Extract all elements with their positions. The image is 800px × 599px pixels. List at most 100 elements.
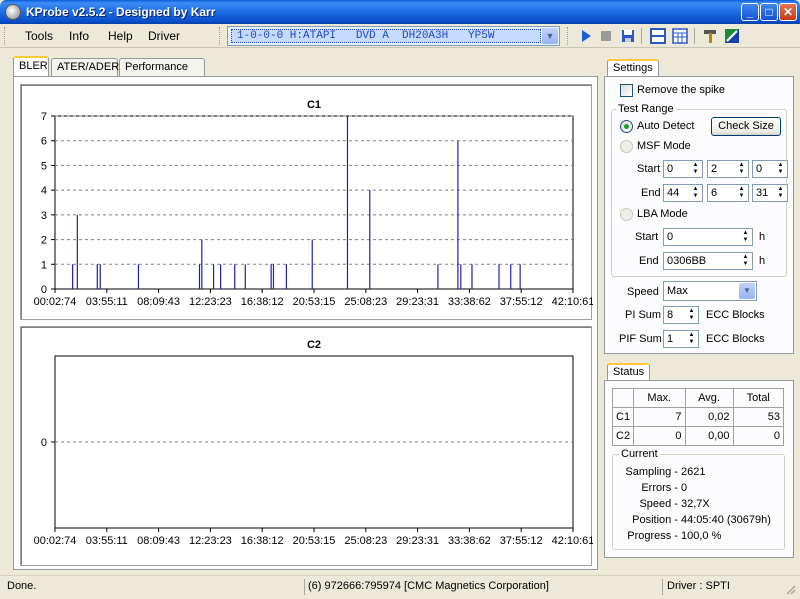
- menu-driver[interactable]: Driver: [148, 29, 180, 43]
- remove-spike-checkbox[interactable]: [620, 84, 633, 97]
- stats-header-row: Max. Avg. Total: [611, 388, 785, 408]
- stop-icon[interactable]: [598, 28, 614, 44]
- msf-start-frame-value: 0: [756, 163, 763, 175]
- x-tick-label: 12:23:23: [189, 535, 232, 547]
- play-icon[interactable]: [578, 28, 594, 44]
- pi-sum-field[interactable]: 8 ▲ ▼: [663, 306, 699, 324]
- msf-mode-label: MSF Mode: [637, 140, 691, 152]
- msf-end-frame[interactable]: 31 ▲ ▼: [752, 184, 788, 202]
- stats-table: Max. Avg. Total C1 7 0,02 53 C2 0 0,00 0: [611, 388, 785, 446]
- tab-settings[interactable]: Settings: [607, 59, 659, 77]
- drive-select[interactable]: 1-0-0-0 H:ATAPI DVD A DH20A3H YP5W ▼: [227, 26, 560, 46]
- window-title: KProbe v2.5.2 - Designed by Karr: [26, 5, 216, 19]
- x-tick-label: 00:02:74: [34, 535, 77, 547]
- row-max: 7: [633, 407, 686, 427]
- lba-end-unit: h: [759, 255, 766, 267]
- msf-end-min-value: 44: [667, 187, 680, 199]
- c1-chart: C1 0 1 2 3 4 5 6 7 00:02:74 03:55:11 08:09:43 12:23:…: [20, 84, 593, 320]
- speed-select[interactable]: Max ▼: [663, 281, 757, 301]
- c2-chart: C2 0 00:02:74 03:55:11 08:09:43 12:23:23 16:38…: [20, 326, 593, 566]
- msf-end-sec[interactable]: 6 ▲ ▼: [707, 184, 749, 202]
- speed-current-label: Speed -: [639, 498, 678, 510]
- x-tick-label: 29:23:31: [396, 535, 439, 547]
- spin-arrows-icon[interactable]: ▲ ▼: [686, 332, 697, 346]
- check-size-button[interactable]: Check Size: [711, 117, 781, 136]
- tab-bler[interactable]: BLER: [13, 56, 49, 77]
- position-label: Position -: [632, 514, 678, 526]
- status-separator: [662, 579, 663, 595]
- stats-header-total: Total: [732, 388, 785, 408]
- row-name: C2: [611, 426, 635, 446]
- status-bar: Done. (6) 972666:795974 [CMC Magnetics C…: [0, 575, 800, 599]
- tab-performance[interactable]: Performance: [119, 58, 205, 76]
- spin-arrows-icon[interactable]: ▲ ▼: [736, 186, 747, 200]
- spin-arrows-icon[interactable]: ▲ ▼: [775, 186, 786, 200]
- status-media: (6) 972666:795974 [CMC Magnetics Corpora…: [308, 580, 549, 592]
- close-button[interactable]: ✕: [779, 3, 797, 21]
- layout-icon[interactable]: [650, 28, 666, 44]
- x-tick-label: 08:09:43: [137, 296, 180, 308]
- chart-title: C1: [307, 99, 321, 111]
- tools-icon[interactable]: [702, 28, 718, 44]
- x-tick-label: 33:38:62: [448, 535, 491, 547]
- msf-mode-radio[interactable]: [620, 140, 633, 153]
- resize-grip-icon[interactable]: [784, 583, 796, 595]
- stats-header-avg: Avg.: [684, 388, 734, 408]
- msf-start-sec[interactable]: 2 ▲ ▼: [707, 160, 749, 178]
- grid-icon[interactable]: [672, 28, 688, 44]
- c1-chart-svg: C1 0 1 2 3 4 5 6 7 00:02:74 03:55:11 08:09:43 12:23:…: [34, 99, 593, 308]
- row-avg: 0,02: [684, 407, 734, 427]
- x-tick-label: 03:55:11: [86, 296, 128, 308]
- lba-start-value: 0: [667, 231, 674, 243]
- x-tick-label: 37:55:12: [500, 296, 543, 308]
- table-row: C2 0 0,00 0: [611, 426, 785, 446]
- tab-status[interactable]: Status: [607, 363, 651, 381]
- lba-mode-radio[interactable]: [620, 208, 633, 221]
- x-tick-label: 03:55:11: [86, 535, 128, 547]
- msf-end-min[interactable]: 44 ▲ ▼: [663, 184, 703, 202]
- spin-arrows-icon[interactable]: ▲ ▼: [690, 162, 701, 176]
- msf-start-min[interactable]: 0 ▲ ▼: [663, 160, 703, 178]
- plot-area: [54, 115, 574, 290]
- x-tick-label: 00:02:74: [34, 296, 77, 308]
- maximize-button[interactable]: □: [760, 3, 778, 21]
- minimize-button[interactable]: _: [741, 3, 759, 21]
- chevron-down-icon[interactable]: ▼: [542, 28, 558, 44]
- lba-end-field[interactable]: 0306BB ▲ ▼: [663, 252, 753, 270]
- lba-start-field[interactable]: 0 ▲ ▼: [663, 228, 753, 246]
- menu-tools[interactable]: Tools: [25, 29, 53, 43]
- spin-arrows-icon[interactable]: ▲ ▼: [686, 308, 697, 322]
- spin-arrows-icon[interactable]: ▲ ▼: [690, 186, 701, 200]
- speed-label: Speed: [627, 286, 659, 298]
- spin-arrows-icon[interactable]: ▲ ▼: [740, 254, 751, 268]
- speed-select-value: Max: [667, 285, 688, 297]
- y-tick-label: 0: [41, 284, 47, 296]
- status-driver: Driver : SPTI: [667, 580, 730, 592]
- msf-start-frame[interactable]: 0 ▲ ▼: [752, 160, 788, 178]
- auto-detect-radio[interactable]: [620, 120, 633, 133]
- spin-arrows-icon[interactable]: ▲ ▼: [736, 162, 747, 176]
- y-tick-label: 7: [41, 111, 47, 123]
- row-avg: 0,00: [684, 426, 734, 446]
- media-icon[interactable]: [724, 28, 740, 44]
- y-tick-label: 2: [41, 235, 47, 247]
- tab-ater-ader[interactable]: ATER/ADER: [51, 58, 119, 76]
- remove-spike-label: Remove the spike: [637, 84, 726, 96]
- spin-arrows-icon[interactable]: ▲ ▼: [775, 162, 786, 176]
- toolbar-separator: [641, 28, 642, 44]
- msf-end-frame-value: 31: [756, 187, 769, 199]
- y-tick-label: 6: [41, 136, 47, 148]
- spin-arrows-icon[interactable]: ▲ ▼: [740, 230, 751, 244]
- menu-help[interactable]: Help: [108, 29, 133, 43]
- msf-end-label: End: [641, 187, 661, 199]
- errors-label: Errors -: [641, 482, 678, 494]
- save-icon[interactable]: [620, 28, 636, 44]
- status-panel: Max. Avg. Total C1 7 0,02 53 C2 0 0,00 0…: [604, 380, 794, 558]
- x-tick-label: 25:08:23: [344, 296, 387, 308]
- pif-sum-field[interactable]: 1 ▲ ▼: [663, 330, 699, 348]
- chevron-down-icon[interactable]: ▼: [739, 283, 755, 299]
- menu-info[interactable]: Info: [69, 29, 89, 43]
- menu-toolbar: Tools Info Help Driver 1-0-0-0 H:ATAPI D…: [0, 24, 800, 48]
- x-tick-label: 33:38:62: [448, 296, 491, 308]
- row-name: C1: [611, 407, 635, 427]
